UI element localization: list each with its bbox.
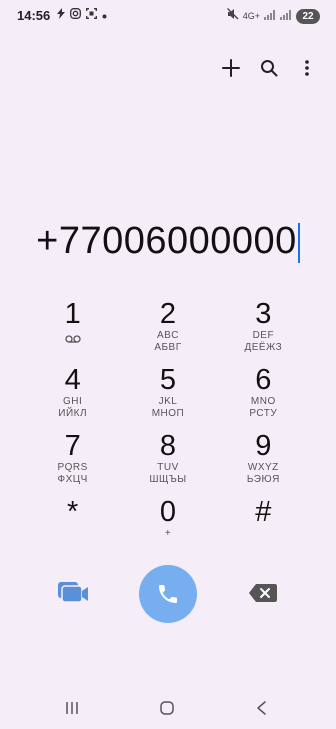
key-digit: 5 (159, 364, 177, 396)
key-letters-cyrillic: ДЕЁЖЗ (244, 342, 283, 353)
dialer-toolbar (220, 56, 318, 80)
key-letters-cyrillic: ШЩЪЫ (149, 474, 187, 485)
key-digit: 9 (255, 430, 272, 462)
key-5[interactable]: 5 JKL МНОП (120, 362, 215, 428)
more-options-button[interactable] (296, 56, 318, 80)
signal-icon (264, 7, 276, 25)
add-contact-button[interactable] (220, 56, 242, 80)
key-digit: 2 (159, 298, 177, 330)
network-type: 4G+ (242, 11, 260, 21)
video-call-button[interactable] (55, 577, 89, 607)
key-letters-cyrillic: РСТУ (249, 408, 278, 419)
instagram-icon (70, 8, 81, 23)
recent-apps-icon (66, 702, 78, 714)
key-digit: 4 (64, 364, 81, 396)
key-0[interactable]: 0 + (120, 494, 215, 560)
key-3[interactable]: 3 DEF ДЕЁЖЗ (216, 296, 311, 362)
key-digit: * (67, 496, 79, 528)
dialed-number: +77006000000 (36, 220, 297, 262)
system-status: 4G+ 22 (226, 7, 320, 25)
call-button[interactable] (139, 565, 197, 623)
recent-apps-button[interactable] (64, 700, 80, 721)
key-9[interactable]: 9 WXYZ ЬЭЮЯ (216, 428, 311, 494)
key-letters-cyrillic: МНОП (151, 408, 185, 419)
key-letters-latin: JKL (158, 396, 178, 407)
key-hash[interactable]: # (216, 494, 311, 560)
key-letters-latin: GHI (63, 396, 83, 407)
screenshot-icon (86, 8, 97, 23)
key-letters-cyrillic: АБВГ (154, 342, 182, 353)
dial-keypad: 1 2 ABC АБВГ 3 DEF ДЕЁЖЗ 4 GHI ИЙКЛ 5 JK… (25, 296, 311, 560)
key-2[interactable]: 2 ABC АБВГ (120, 296, 215, 362)
key-digit: 3 (255, 298, 272, 330)
key-7[interactable]: 7 PQRS ФХЦЧ (25, 428, 120, 494)
search-icon (261, 60, 278, 77)
more-vert-icon (305, 60, 309, 76)
key-6[interactable]: 6 MNO РСТУ (216, 362, 311, 428)
phone-icon (159, 585, 177, 603)
text-cursor (297, 222, 300, 263)
key-letters-cyrillic: ФХЦЧ (57, 474, 88, 485)
key-letters-cyrillic: ИЙКЛ (58, 408, 88, 419)
key-digit: # (255, 496, 272, 528)
backspace-icon (249, 584, 277, 602)
key-4[interactable]: 4 GHI ИЙКЛ (25, 362, 120, 428)
call-actions (0, 564, 336, 623)
voicemail-icon (65, 330, 81, 348)
dot-icon (102, 9, 107, 23)
key-letters-plus: + (164, 528, 172, 539)
key-8[interactable]: 8 TUV ШЩЪЫ (120, 428, 215, 494)
key-letters-latin: DEF (252, 330, 275, 341)
key-digit: 0 (159, 496, 177, 528)
key-letters-latin: MNO (250, 396, 276, 407)
key-star[interactable]: * (25, 494, 120, 560)
back-icon (257, 701, 266, 715)
backspace-button[interactable] (248, 582, 278, 604)
key-digit: 1 (64, 298, 81, 330)
key-letters-latin: ABC (156, 330, 180, 341)
signal-icon-2 (280, 7, 292, 25)
system-nav-bar (0, 694, 336, 724)
dialed-number-display[interactable]: +77006000000 (0, 220, 336, 263)
video-call-icon (58, 582, 88, 603)
battery-indicator: 22 (296, 8, 320, 24)
mute-icon (226, 7, 239, 25)
back-button[interactable] (255, 700, 267, 721)
key-digit: 8 (159, 430, 177, 462)
search-button[interactable] (258, 56, 280, 80)
flash-icon (57, 8, 65, 23)
key-letters-latin: PQRS (57, 462, 88, 473)
home-button[interactable] (159, 700, 175, 721)
notification-icons (57, 8, 107, 23)
key-digit: 7 (64, 430, 81, 462)
key-digit: 6 (255, 364, 272, 396)
key-letters-latin: TUV (157, 462, 179, 473)
status-bar: 14:56 4G+ 22 (0, 0, 336, 32)
home-icon (160, 701, 174, 715)
status-time: 14:56 (17, 8, 51, 23)
key-letters-latin: WXYZ (247, 462, 279, 473)
key-1[interactable]: 1 (25, 296, 120, 362)
add-icon (222, 59, 240, 77)
key-letters-cyrillic: ЬЭЮЯ (246, 474, 280, 485)
